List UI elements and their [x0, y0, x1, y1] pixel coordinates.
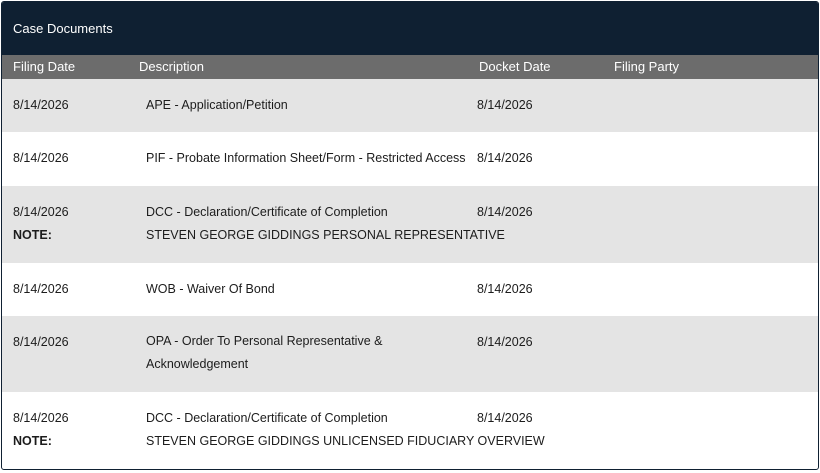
table-row: 8/14/2026 PIF - Probate Information Shee…	[2, 132, 818, 186]
column-header-filing-date[interactable]: Filing Date	[13, 59, 75, 74]
description-cell: APE - Application/Petition	[146, 98, 288, 112]
table-row: 8/14/2026 WOB - Waiver Of Bond 8/14/2026	[2, 263, 818, 316]
table-row: 8/14/2026 OPA - Order To Personal Repres…	[2, 316, 818, 392]
filing-date-cell: 8/14/2026	[13, 282, 69, 296]
docket-date-cell: 8/14/2026	[477, 98, 533, 112]
panel-title: Case Documents	[2, 2, 818, 55]
description-cell: DCC - Declaration/Certificate of Complet…	[146, 205, 388, 219]
docket-date-cell: 8/14/2026	[477, 411, 533, 425]
description-cell: PIF - Probate Information Sheet/Form - R…	[146, 151, 466, 165]
description-cell: OPA - Order To Personal Representative &…	[146, 334, 383, 371]
table-row: 8/14/2026 DCC - Declaration/Certificate …	[2, 392, 818, 469]
table-row: 8/14/2026 APE - Application/Petition 8/1…	[2, 79, 818, 132]
filing-date-cell: 8/14/2026	[13, 411, 69, 425]
docket-date-cell: 8/14/2026	[477, 335, 533, 349]
note-text: STEVEN GEORGE GIDDINGS UNLICENSED FIDUCI…	[146, 434, 545, 448]
note-label: NOTE:	[13, 434, 52, 448]
column-header-row: Filing Date Description Docket Date Fili…	[2, 55, 818, 79]
docket-date-cell: 8/14/2026	[477, 151, 533, 165]
description-cell: DCC - Declaration/Certificate of Complet…	[146, 411, 388, 425]
filing-date-cell: 8/14/2026	[13, 151, 69, 165]
column-header-description[interactable]: Description	[139, 59, 204, 74]
filing-date-cell: 8/14/2026	[13, 335, 69, 349]
column-header-docket-date[interactable]: Docket Date	[479, 59, 551, 74]
table-row: 8/14/2026 DCC - Declaration/Certificate …	[2, 186, 818, 263]
note-text: STEVEN GEORGE GIDDINGS PERSONAL REPRESEN…	[146, 228, 505, 242]
description-cell: WOB - Waiver Of Bond	[146, 282, 275, 296]
docket-date-cell: 8/14/2026	[477, 282, 533, 296]
filing-date-cell: 8/14/2026	[13, 98, 69, 112]
case-documents-panel: Case Documents Filing Date Description D…	[1, 1, 819, 470]
docket-date-cell: 8/14/2026	[477, 205, 533, 219]
note-label: NOTE:	[13, 228, 52, 242]
column-header-filing-party[interactable]: Filing Party	[614, 59, 679, 74]
filing-date-cell: 8/14/2026	[13, 205, 69, 219]
